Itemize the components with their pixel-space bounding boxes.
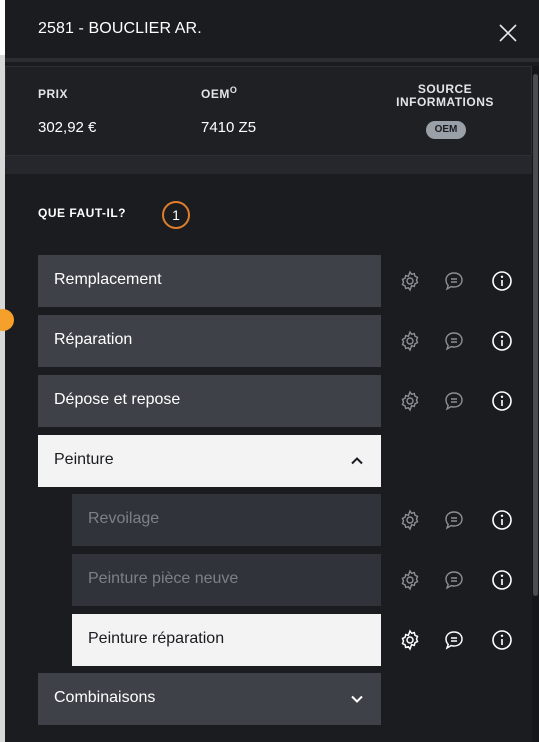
- operation-row-reparation[interactable]: Réparation: [38, 315, 381, 367]
- info-icon[interactable]: [490, 329, 514, 353]
- comment-icon[interactable]: [442, 508, 466, 532]
- count-badge: 1: [162, 201, 190, 229]
- info-icon[interactable]: [490, 389, 514, 413]
- peinture-item-label: Peinture réparation: [88, 630, 225, 647]
- gear-icon[interactable]: [398, 568, 422, 592]
- gear-icon[interactable]: [398, 389, 422, 413]
- operation-label: Remplacement: [54, 271, 162, 288]
- gear-icon[interactable]: [398, 628, 422, 652]
- gear-icon[interactable]: [398, 269, 422, 293]
- oem-label: OEMO: [201, 85, 238, 101]
- gear-icon[interactable]: [398, 329, 422, 353]
- operation-label: Combinaisons: [54, 689, 156, 706]
- part-info-box: PRIX 302,92 € OEMO 7410 Z5 SOURCE INFORM…: [5, 66, 532, 156]
- operation-row-combinaisons[interactable]: Combinaisons: [38, 673, 381, 725]
- comment-icon[interactable]: [442, 628, 466, 652]
- section-title: QUE FAUT-IL?: [38, 206, 126, 220]
- chevron-up-icon: [351, 457, 363, 465]
- price-value: 302,92 €: [38, 119, 97, 136]
- row-actions: [398, 494, 518, 546]
- panel-header: 2581 - BOUCLIER AR.: [5, 0, 539, 62]
- operation-label: Dépose et repose: [54, 391, 181, 408]
- close-button[interactable]: [495, 20, 521, 46]
- operation-label: Peinture: [54, 451, 114, 468]
- row-actions: [398, 554, 518, 606]
- comment-icon[interactable]: [442, 389, 466, 413]
- comment-icon[interactable]: [442, 329, 466, 353]
- peinture-item-revoilage[interactable]: Revoilage: [72, 494, 381, 546]
- panel-title: 2581 - BOUCLIER AR.: [38, 20, 202, 37]
- price-label: PRIX: [38, 87, 69, 101]
- divider-band: [5, 156, 532, 174]
- scrollbar-thumb[interactable]: [533, 74, 538, 596]
- part-detail-panel: 2581 - BOUCLIER AR. PRIX 302,92 € OEMO 7…: [5, 0, 539, 742]
- comment-icon[interactable]: [442, 269, 466, 293]
- comment-icon[interactable]: [442, 568, 466, 592]
- oem-superscript: O: [229, 85, 238, 95]
- peinture-item-piece-neuve[interactable]: Peinture pièce neuve: [72, 554, 381, 606]
- close-icon: [499, 24, 517, 42]
- source-label: SOURCE INFORMATIONS: [396, 82, 494, 109]
- oem-value: 7410 Z5: [201, 119, 257, 136]
- operation-label: Réparation: [54, 331, 133, 348]
- peinture-item-label: Peinture pièce neuve: [88, 570, 239, 587]
- info-icon[interactable]: [490, 269, 514, 293]
- row-actions: [398, 255, 518, 307]
- info-icon[interactable]: [490, 628, 514, 652]
- peinture-item-reparation[interactable]: Peinture réparation: [72, 614, 381, 666]
- row-actions: [398, 375, 518, 427]
- operation-row-remplacement[interactable]: Remplacement: [38, 255, 381, 307]
- operation-row-depose-repose[interactable]: Dépose et repose: [38, 375, 381, 427]
- operation-row-peinture[interactable]: Peinture: [38, 435, 381, 487]
- peinture-item-label: Revoilage: [88, 510, 160, 527]
- chevron-down-icon: [351, 695, 363, 703]
- source-badge: OEM: [426, 121, 466, 139]
- row-actions: [398, 315, 518, 367]
- info-icon[interactable]: [490, 508, 514, 532]
- info-icon[interactable]: [490, 568, 514, 592]
- gear-icon[interactable]: [398, 508, 422, 532]
- row-actions: [398, 614, 518, 666]
